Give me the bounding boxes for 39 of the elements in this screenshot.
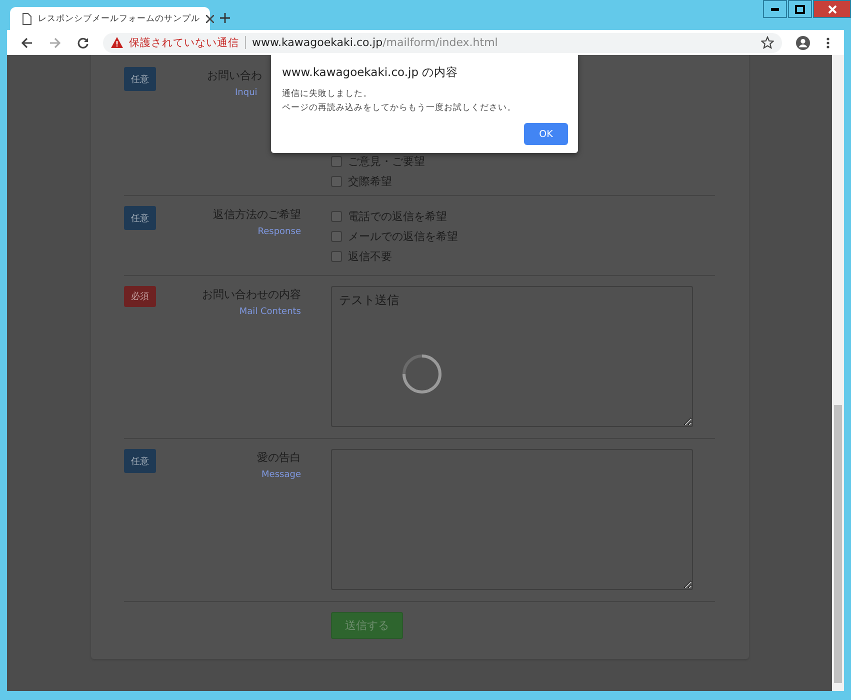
plus-icon[interactable] xyxy=(220,13,230,23)
security-label: 保護されていない通信 xyxy=(129,36,239,50)
field-sublabel: Response xyxy=(258,227,301,237)
scroll-thumb[interactable] xyxy=(834,405,842,683)
checkbox[interactable] xyxy=(331,250,342,262)
page-icon xyxy=(22,12,32,24)
close-window-button[interactable] xyxy=(813,0,851,18)
minimize-icon xyxy=(771,8,779,10)
address-bar[interactable]: 保護されていない通信 www.kawagoekaki.co.jp/mailform/index.html xyxy=(103,32,782,52)
close-icon xyxy=(828,4,836,14)
url-text: www.kawagoekaki.co.jp/mailform/index.html xyxy=(252,36,499,49)
star-icon[interactable] xyxy=(761,36,774,49)
checkbox[interactable] xyxy=(331,230,342,242)
scrollbar[interactable] xyxy=(832,55,844,691)
minimize-button[interactable] xyxy=(763,0,787,18)
checkbox[interactable] xyxy=(331,210,342,222)
submit-button[interactable]: 送信する xyxy=(331,612,403,639)
field-sublabel: Inqui xyxy=(235,88,258,98)
ok-button[interactable]: OK xyxy=(524,123,568,145)
maximize-icon xyxy=(795,4,805,14)
reload-icon[interactable] xyxy=(77,36,89,48)
badge: 任意 xyxy=(124,67,156,91)
field-sublabel: Mail Contents xyxy=(239,307,301,317)
badge: 必須 xyxy=(124,286,156,307)
maximize-button[interactable] xyxy=(788,0,812,18)
checkbox[interactable] xyxy=(331,156,342,166)
back-icon[interactable] xyxy=(21,36,33,48)
close-icon[interactable] xyxy=(206,14,214,22)
account-icon[interactable] xyxy=(796,36,810,50)
menu-icon[interactable] xyxy=(826,36,830,48)
warning-icon xyxy=(111,37,123,48)
tab-title: レスポンシブメールフォームのサンプル xyxy=(38,12,200,24)
badge: 任意 xyxy=(124,206,156,230)
field-sublabel: Message xyxy=(262,470,301,480)
dialog-title: www.kawagoekaki.co.jp の内容 xyxy=(282,65,460,80)
badge: 任意 xyxy=(124,449,156,473)
checkbox[interactable] xyxy=(331,176,342,186)
dialog-message: 通信に失敗しました。 xyxy=(282,88,373,100)
dialog-message: ページの再読み込みをしてからもう一度お試しください。 xyxy=(282,102,517,114)
